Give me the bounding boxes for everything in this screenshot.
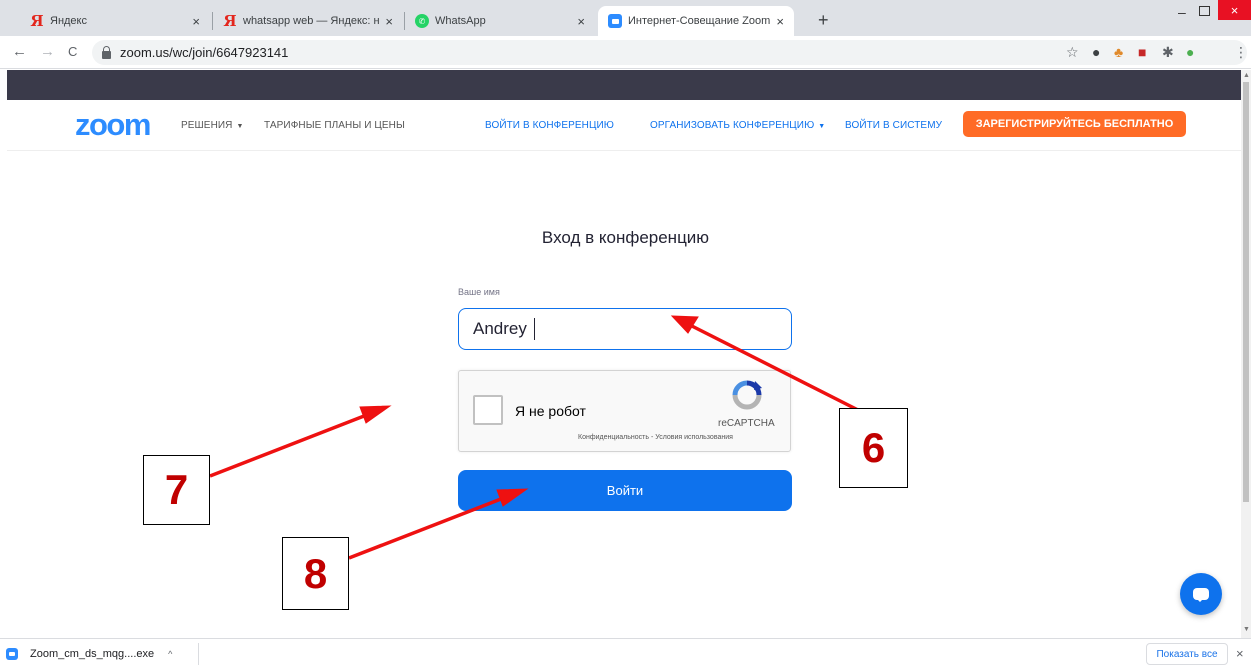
arrow-7-line <box>209 407 383 478</box>
annotation-arrows <box>209 315 859 560</box>
download-bar-close-icon[interactable]: × <box>1236 646 1244 661</box>
arrow-6-head <box>670 315 699 334</box>
download-item[interactable]: Zoom_cm_ds_mqg....exe ^ <box>6 645 172 663</box>
download-bar: Zoom_cm_ds_mqg....exe ^ Показать все × <box>0 638 1251 668</box>
show-all-downloads-button[interactable]: Показать все <box>1146 643 1228 665</box>
arrow-8-head <box>496 488 529 507</box>
annotation-label-8: 8 <box>282 537 349 610</box>
download-filename: Zoom_cm_ds_mqg....exe <box>30 648 155 660</box>
annotation-label-6: 6 <box>839 408 908 488</box>
arrow-8-line <box>348 490 520 560</box>
download-divider <box>198 643 199 665</box>
zoom-file-icon <box>6 648 18 660</box>
arrow-7-head <box>359 405 392 424</box>
arrow-6-line <box>679 318 859 412</box>
annotation-label-7: 7 <box>143 455 210 525</box>
chevron-up-icon[interactable]: ^ <box>168 649 172 659</box>
